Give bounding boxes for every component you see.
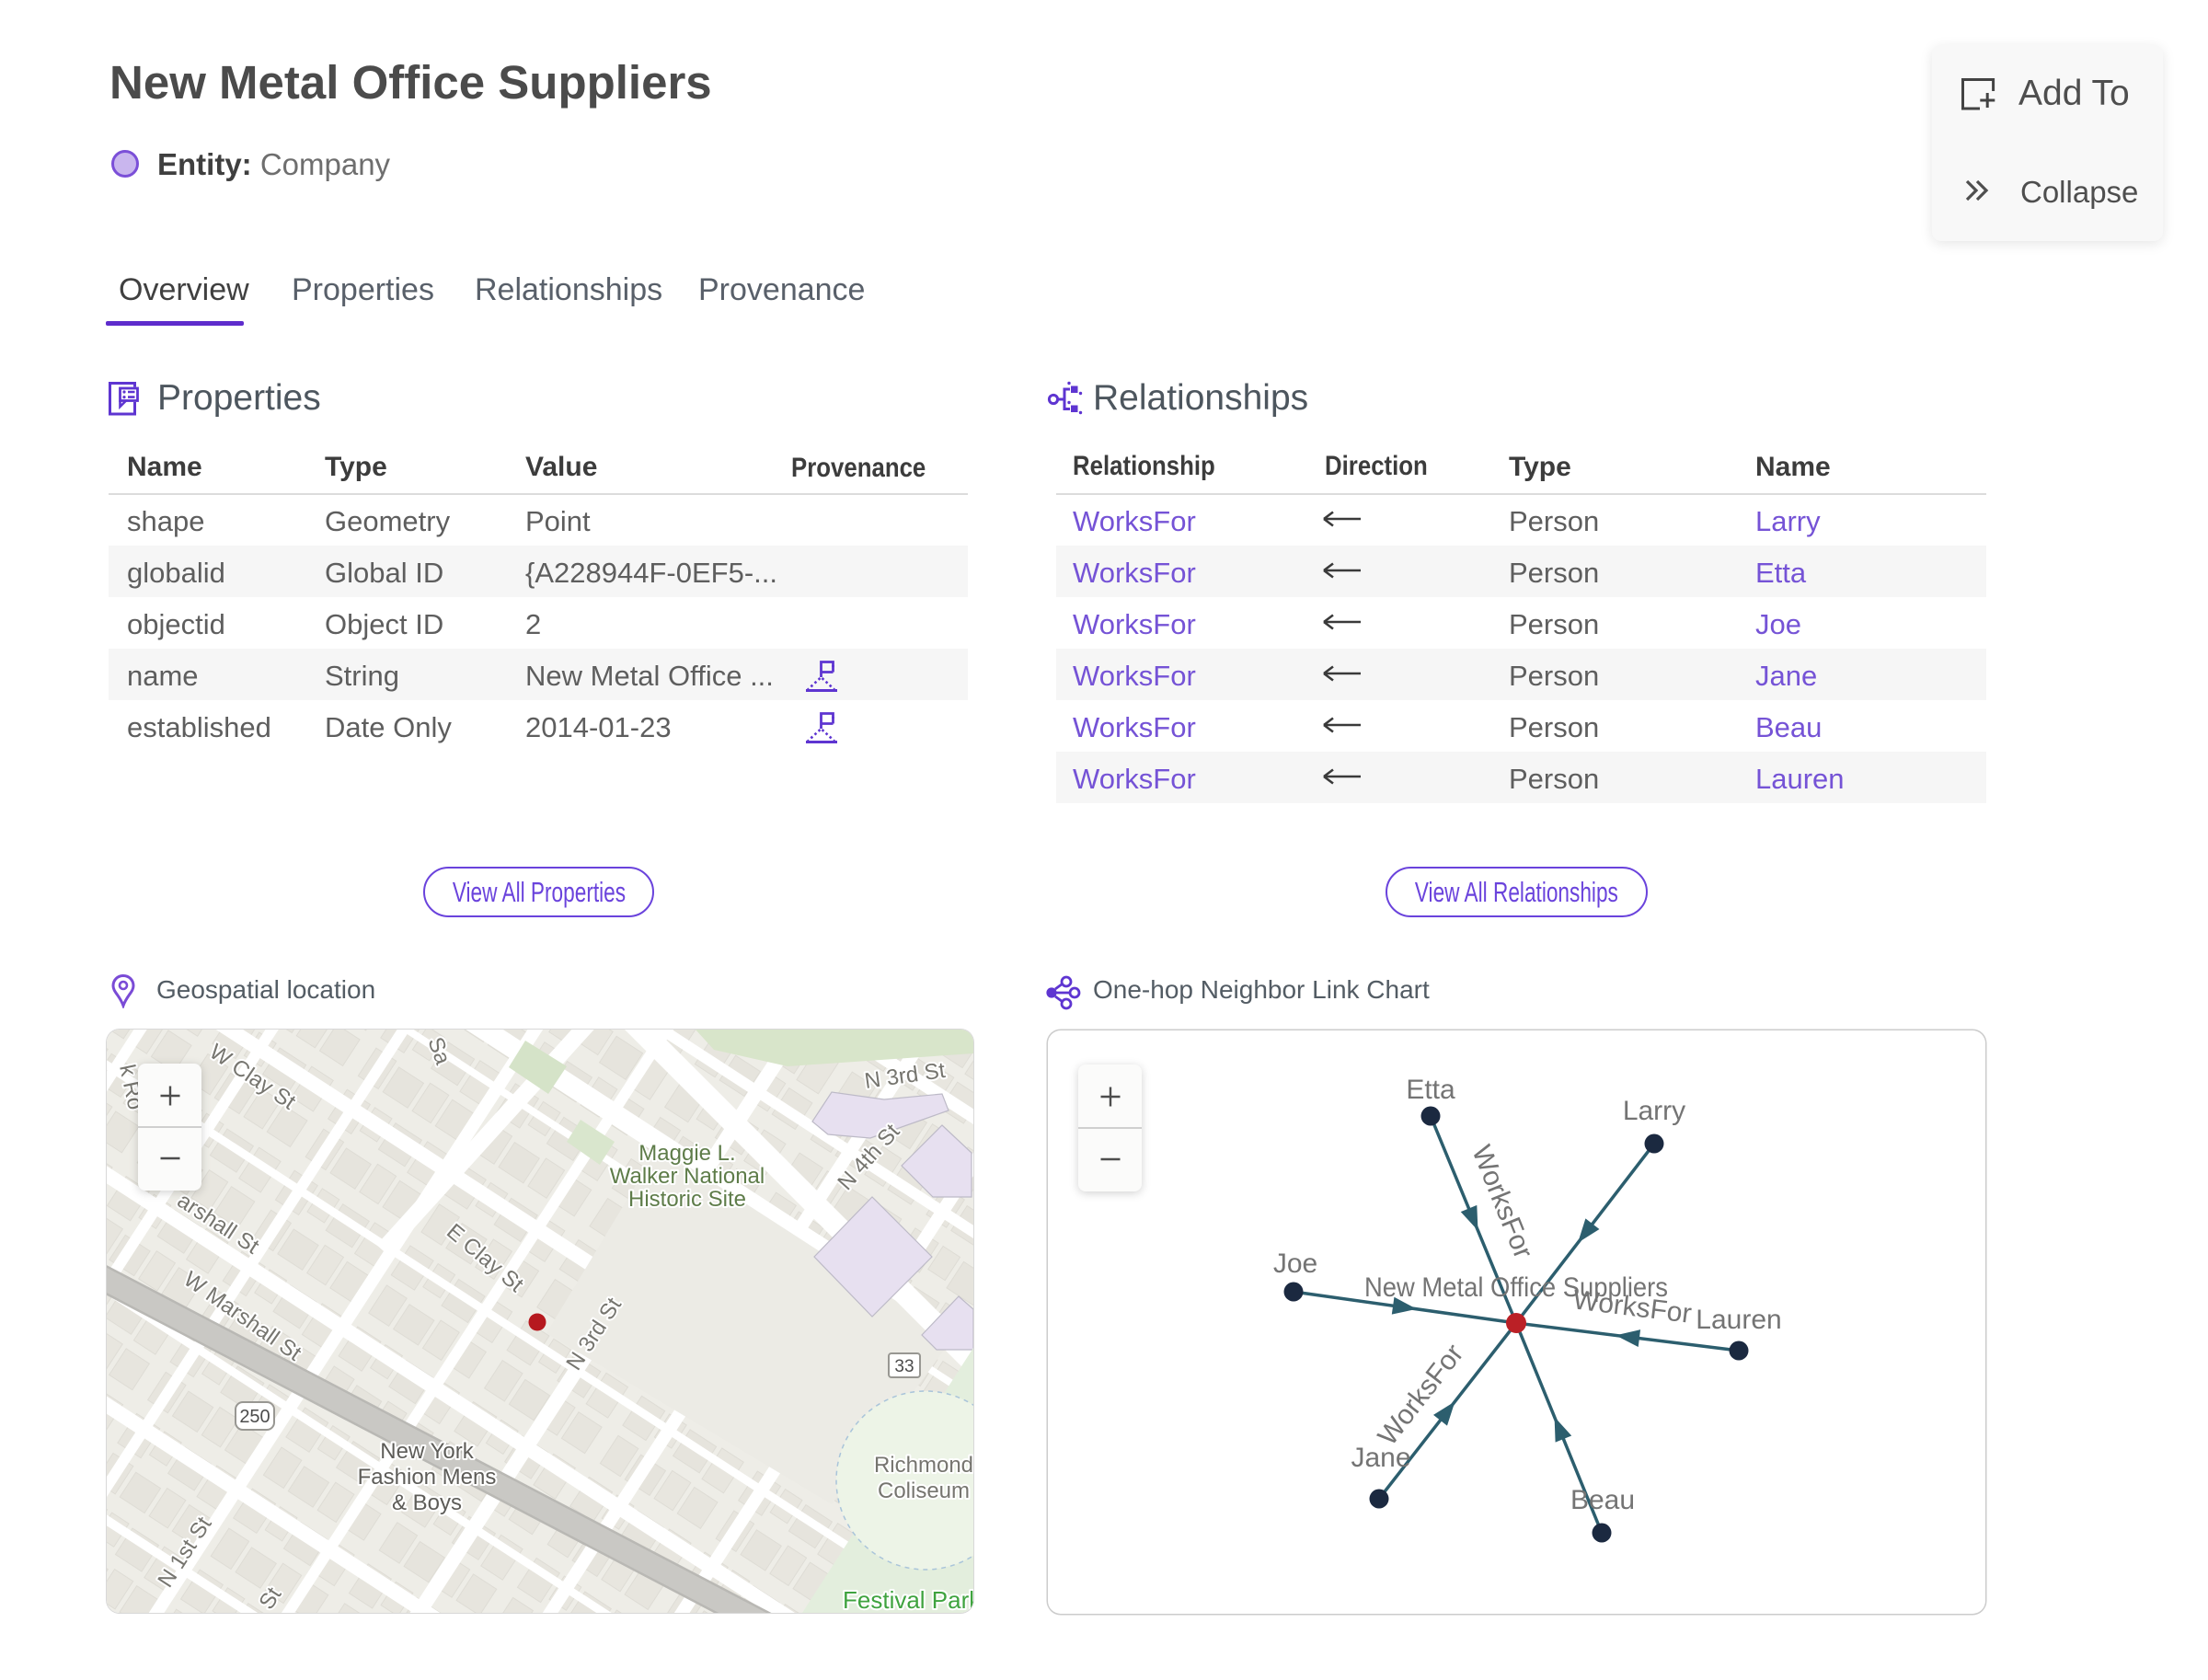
svg-text:250: 250 — [239, 1407, 270, 1427]
svg-text:Coliseum: Coliseum — [878, 1479, 970, 1503]
svg-text:Maggie L.: Maggie L. — [638, 1141, 735, 1166]
svg-text:Larry: Larry — [1623, 1096, 1685, 1126]
svg-text:WorksFor: WorksFor — [1466, 1141, 1538, 1262]
svg-text:33: 33 — [894, 1357, 914, 1376]
svg-text:& Boys: & Boys — [392, 1490, 462, 1515]
svg-text:Richmond: Richmond — [874, 1453, 973, 1478]
svg-text:Jane: Jane — [1351, 1443, 1410, 1473]
svg-text:Historic Site: Historic Site — [628, 1187, 746, 1212]
svg-text:Lauren: Lauren — [1696, 1305, 1781, 1335]
svg-text:Fashion Mens: Fashion Mens — [358, 1465, 497, 1490]
svg-text:Festival Park: Festival Park — [843, 1586, 973, 1613]
svg-text:Etta: Etta — [1406, 1075, 1455, 1105]
svg-text:Walker National: Walker National — [610, 1164, 765, 1189]
svg-text:WorksFor: WorksFor — [1373, 1339, 1470, 1451]
svg-text:Joe: Joe — [1273, 1248, 1317, 1279]
svg-text:New York: New York — [380, 1439, 474, 1464]
svg-text:Beau: Beau — [1570, 1485, 1635, 1515]
svg-text:WorksFor: WorksFor — [1571, 1284, 1694, 1329]
